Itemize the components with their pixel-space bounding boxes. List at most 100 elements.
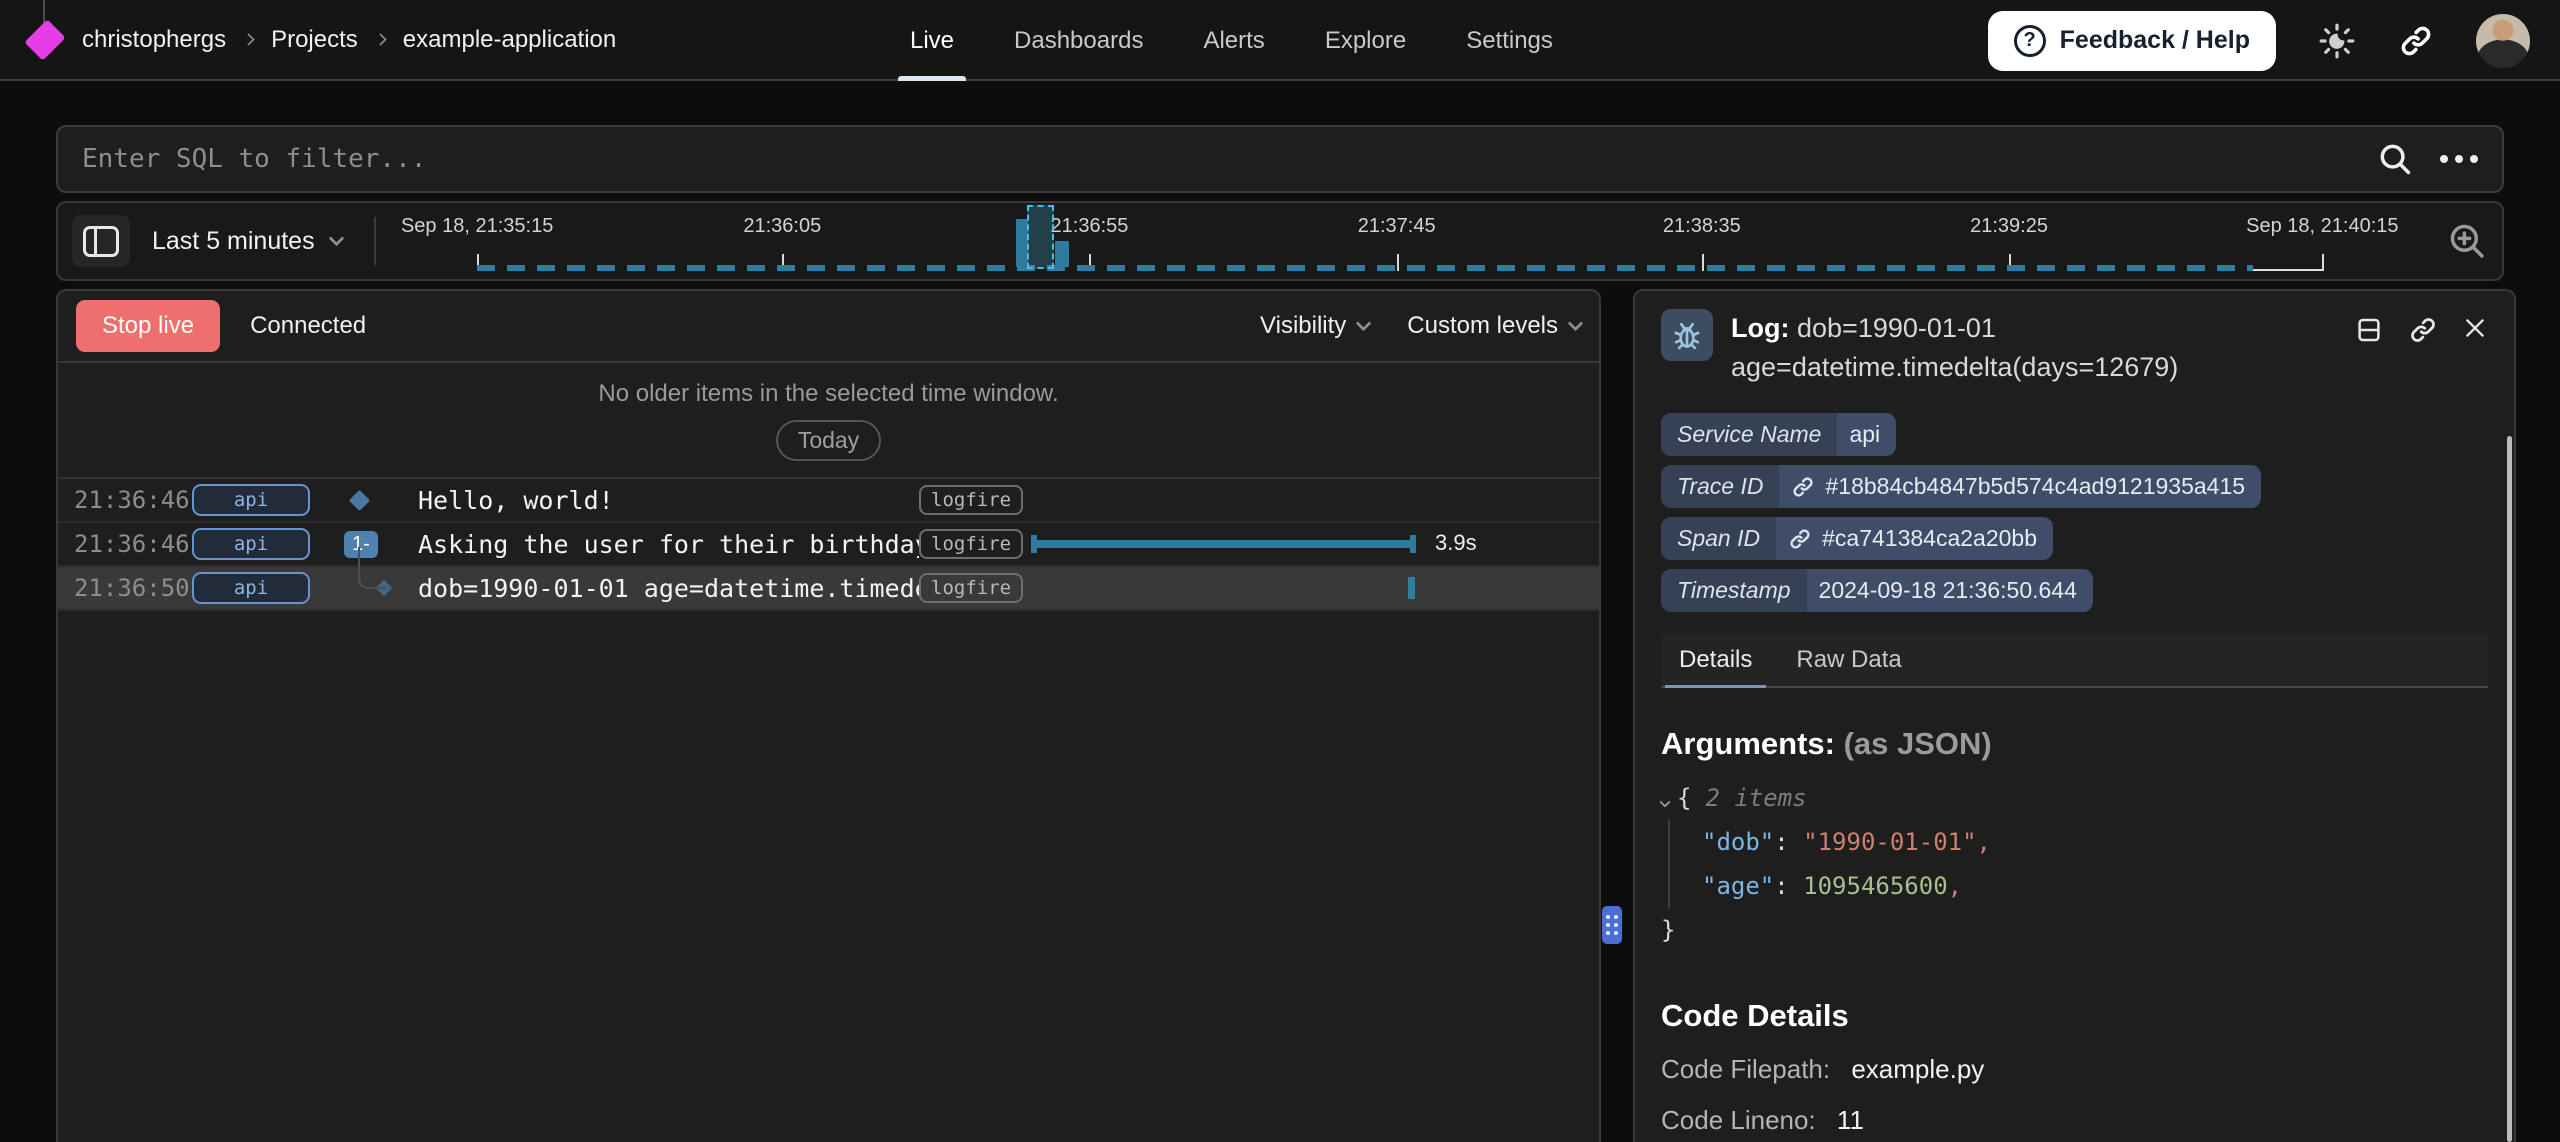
user-avatar[interactable] bbox=[2476, 14, 2530, 68]
chevron-right-icon bbox=[242, 33, 255, 46]
json-open-brace: { bbox=[1677, 784, 1691, 812]
code-lineno-row: Code Lineno: 11 bbox=[1661, 1105, 2488, 1136]
json-viewer: {2 items "dob": "1990-01-01", "age": 109… bbox=[1661, 776, 2488, 952]
close-panel-button[interactable] bbox=[2462, 315, 2488, 341]
tab-details[interactable]: Details bbox=[1661, 634, 1770, 686]
detail-title: Log: dob=1990-01-01 age=datetime.timedel… bbox=[1731, 309, 2178, 387]
json-number-value: 1095465600 bbox=[1803, 872, 1948, 900]
trace-id-value: #18b84cb4847b5d574c4ad9121935a415 bbox=[1825, 473, 2245, 500]
meta-value: #ca741384ca2a20bb bbox=[1776, 517, 2053, 560]
json-root-line[interactable]: {2 items bbox=[1661, 776, 2488, 820]
detail-header: Log: dob=1990-01-01 age=datetime.timedel… bbox=[1661, 309, 2488, 387]
meta-label: Timestamp bbox=[1661, 569, 1807, 612]
time-range-bar: Last 5 minutes Sep 18, 21:35:15 21:36:05… bbox=[56, 201, 2504, 281]
logfire-tag[interactable]: logfire bbox=[919, 485, 1023, 515]
detail-header-icons bbox=[2354, 309, 2488, 387]
meta-value: #18b84cb4847b5d574c4ad9121935a415 bbox=[1779, 465, 2261, 508]
zoom-in-button[interactable] bbox=[2446, 220, 2488, 262]
stop-live-button[interactable]: Stop live bbox=[76, 300, 220, 352]
logfire-tag[interactable]: logfire bbox=[919, 573, 1023, 603]
meta-label: Trace ID bbox=[1661, 465, 1779, 508]
link-icon bbox=[2408, 315, 2438, 345]
code-filepath-row: Code Filepath: example.py bbox=[1661, 1054, 2488, 1085]
custom-levels-label: Custom levels bbox=[1407, 312, 1558, 340]
log-rows: 21:36:46 api Hello, world! logfire 21:36… bbox=[58, 479, 1599, 611]
logfire-logo-icon[interactable] bbox=[24, 19, 65, 60]
split-panel-icon bbox=[2354, 315, 2384, 345]
top-right-actions: ? Feedback / Help bbox=[1988, 0, 2530, 81]
meta-service-name: Service Name api bbox=[1661, 413, 1896, 456]
sql-filter-bar bbox=[56, 125, 2504, 193]
log-time: 21:36:46 bbox=[74, 486, 192, 514]
feedback-help-button[interactable]: ? Feedback / Help bbox=[1988, 11, 2276, 71]
live-panel-header-actions: Visibility Custom levels bbox=[1260, 312, 1581, 340]
breadcrumb-project[interactable]: example-application bbox=[403, 26, 616, 54]
split-view-button[interactable] bbox=[2354, 315, 2384, 345]
json-colon: : bbox=[1774, 828, 1803, 856]
tab-settings[interactable]: Settings bbox=[1436, 0, 1583, 81]
tab-alerts[interactable]: Alerts bbox=[1173, 0, 1294, 81]
tab-live-label: Live bbox=[910, 27, 954, 55]
today-button[interactable]: Today bbox=[776, 420, 881, 461]
arguments-heading-main: Arguments: bbox=[1661, 726, 1835, 761]
log-row-selected[interactable]: 21:36:50 api dob=1990-01-01 age=datetime… bbox=[58, 567, 1599, 611]
more-options-icon[interactable] bbox=[2440, 155, 2478, 163]
log-time: 21:36:50 bbox=[74, 574, 192, 602]
timeline-track[interactable]: Sep 18, 21:35:15 21:36:05 21:36:55 21:37… bbox=[386, 203, 2420, 279]
search-icon[interactable] bbox=[2376, 140, 2414, 178]
histogram-bar bbox=[1016, 219, 1028, 267]
detail-tabs: Details Raw Data bbox=[1661, 634, 2488, 688]
log-message: dob=1990-01-01 age=datetime.timede bbox=[418, 574, 919, 603]
timeline-tick-label: Sep 18, 21:40:15 bbox=[2246, 215, 2398, 238]
service-pill[interactable]: api bbox=[192, 528, 310, 560]
timeline-tick-label: Sep 18, 21:35:15 bbox=[401, 215, 553, 238]
panel-layout-icon bbox=[83, 226, 119, 257]
duration-column: 3.9s bbox=[1023, 522, 1583, 566]
timeline-selection-region[interactable] bbox=[1027, 205, 1054, 269]
service-pill[interactable]: api bbox=[192, 484, 310, 516]
copy-link-button[interactable] bbox=[2408, 315, 2438, 345]
log-row[interactable]: 21:36:46 api Hello, world! logfire bbox=[58, 479, 1599, 523]
live-panel-header: Stop live Connected Visibility Custom le… bbox=[58, 291, 1599, 363]
tab-explore[interactable]: Explore bbox=[1295, 0, 1436, 81]
log-diamond-icon bbox=[349, 489, 370, 510]
service-pill[interactable]: api bbox=[192, 572, 310, 604]
zoom-in-icon bbox=[2446, 220, 2488, 262]
code-lineno-value: 11 bbox=[1837, 1105, 1864, 1135]
logfire-tag[interactable]: logfire bbox=[919, 529, 1023, 559]
collapse-caret-icon[interactable] bbox=[1659, 796, 1670, 807]
timeline-tick-label: 21:39:25 bbox=[1970, 215, 2048, 238]
meta-timestamp: Timestamp 2024-09-18 21:36:50.644 bbox=[1661, 569, 2093, 612]
log-message: Asking the user for their birthday bbox=[418, 530, 919, 559]
json-entry: "dob": "1990-01-01", bbox=[1702, 820, 2488, 864]
chevron-down-icon bbox=[328, 230, 344, 246]
custom-levels-dropdown[interactable]: Custom levels bbox=[1407, 312, 1581, 340]
breadcrumb-projects[interactable]: Projects bbox=[271, 26, 358, 54]
time-range-label: Last 5 minutes bbox=[152, 227, 315, 256]
sql-filter-input[interactable] bbox=[82, 144, 2376, 174]
panel-resize-handle[interactable] bbox=[1602, 906, 1622, 944]
breadcrumb: christophergs Projects example-applicati… bbox=[82, 26, 616, 54]
link-icon bbox=[1791, 475, 1815, 499]
histogram-bar bbox=[1055, 241, 1069, 267]
close-icon bbox=[2462, 315, 2488, 341]
chevron-down-icon bbox=[1568, 315, 1584, 331]
tab-raw-data[interactable]: Raw Data bbox=[1778, 634, 1919, 686]
tab-live[interactable]: Live bbox=[880, 0, 984, 81]
theme-toggle-button[interactable] bbox=[2318, 22, 2356, 60]
scrollbar-thumb[interactable] bbox=[2507, 436, 2512, 1142]
bug-icon-tile bbox=[1661, 309, 1713, 361]
timeline-tick-label: 21:37:45 bbox=[1358, 215, 1436, 238]
json-body: "dob": "1990-01-01", "age": 1095465600, bbox=[1668, 820, 2488, 908]
tab-dashboards[interactable]: Dashboards bbox=[984, 0, 1173, 81]
bug-icon bbox=[1669, 317, 1705, 353]
sidebar-toggle-button[interactable] bbox=[72, 215, 130, 267]
meta-span-id[interactable]: Span ID #ca741384ca2a20bb bbox=[1661, 517, 2053, 560]
span-id-value: #ca741384ca2a20bb bbox=[1822, 525, 2037, 552]
time-range-dropdown[interactable]: Last 5 minutes bbox=[130, 227, 364, 256]
breadcrumb-org[interactable]: christophergs bbox=[82, 26, 226, 54]
log-row[interactable]: 21:36:46 api 1- Asking the user for thei… bbox=[58, 523, 1599, 567]
visibility-dropdown[interactable]: Visibility bbox=[1260, 312, 1369, 340]
meta-trace-id[interactable]: Trace ID #18b84cb4847b5d574c4ad9121935a4… bbox=[1661, 465, 2261, 508]
share-link-button[interactable] bbox=[2398, 23, 2434, 59]
